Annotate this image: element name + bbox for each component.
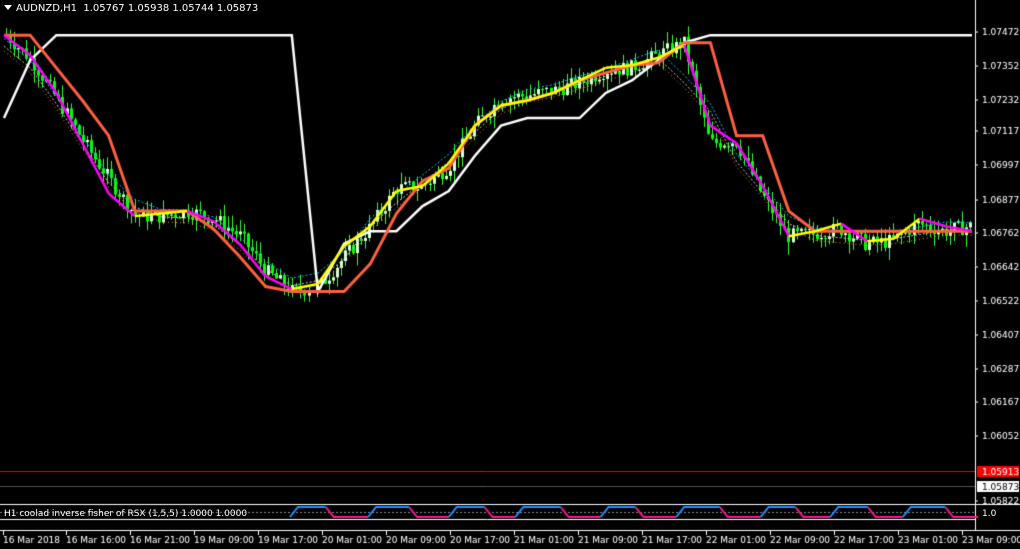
price-chart-canvas[interactable]	[0, 0, 1020, 549]
indicator-label: H1 coolad inverse fisher of RSX (1,5,5) …	[4, 509, 248, 519]
chart-header: AUDNZD,H1 1.05767 1.05938 1.05744 1.0587…	[4, 3, 258, 14]
collapse-triangle-icon[interactable]	[4, 5, 12, 10]
indicator-value: 1.0	[982, 509, 997, 519]
ohlc-values: 1.05767 1.05938 1.05744 1.05873	[83, 3, 259, 14]
symbol-label: AUDNZD,H1	[16, 3, 77, 14]
